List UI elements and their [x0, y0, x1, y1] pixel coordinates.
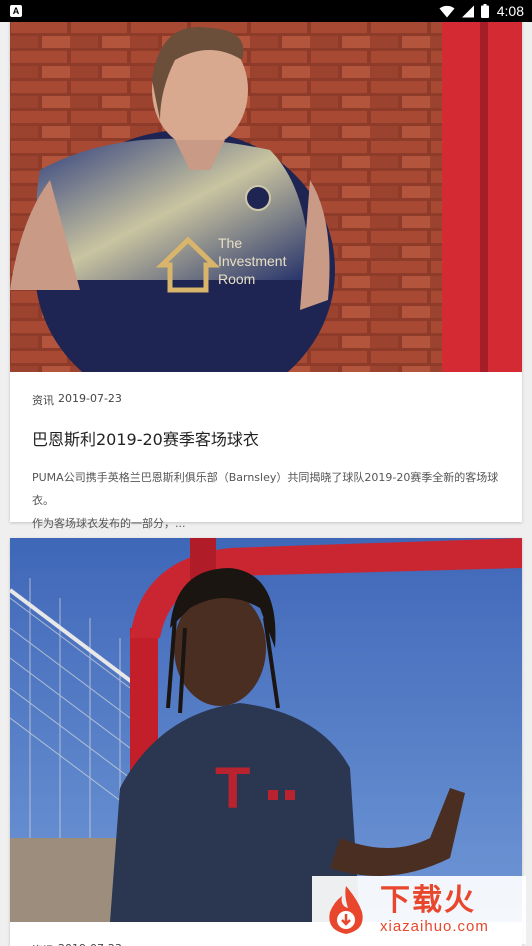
news-date: 2019-07-23: [58, 942, 122, 946]
news-meta: 资讯 2019-07-23: [32, 392, 500, 408]
svg-text:T: T: [215, 756, 250, 821]
news-category: 资讯: [32, 394, 54, 407]
battery-icon: [480, 4, 489, 18]
app-notification-icon: A: [10, 5, 22, 17]
wifi-icon: [439, 5, 455, 17]
news-date: 2019-07-23: [58, 392, 122, 405]
jersey-photo: The Investment Room: [10, 22, 522, 372]
sponsor-text-line3: Room: [218, 271, 255, 287]
news-excerpt-line: PUMA公司携手英格兰巴恩斯利俱乐部（Barnsley）共同揭晓了球队2019-…: [32, 471, 499, 507]
watermark-cn: 下载火: [380, 883, 476, 918]
news-card-image: The Investment Room: [10, 22, 522, 372]
news-title[interactable]: 巴恩斯利2019-20赛季客场球衣: [32, 426, 500, 450]
watermark-en: xiazaihuo.com: [380, 918, 489, 935]
sponsor-text-line1: The: [218, 235, 242, 251]
cell-signal-icon: [461, 5, 474, 17]
news-feed[interactable]: The Investment Room 资讯 2019-07-23 巴恩斯利20…: [0, 22, 532, 946]
sponsor-text-line2: Investment: [218, 253, 287, 269]
news-excerpt-line: 作为客场球衣发布的一部分，...: [32, 517, 186, 530]
clock: 4:08: [496, 3, 524, 19]
news-card-image: T: [10, 538, 522, 922]
news-category: 资讯: [32, 942, 54, 946]
news-excerpt: PUMA公司携手英格兰巴恩斯利俱乐部（Barnsley）共同揭晓了球队2019-…: [32, 466, 500, 535]
flame-logo-icon: [329, 886, 363, 934]
news-card[interactable]: The Investment Room 资讯 2019-07-23 巴恩斯利20…: [10, 22, 522, 530]
player-photo: T: [10, 538, 522, 922]
status-bar: A 4:08: [0, 0, 532, 22]
watermark: 下载火 xiazaihuo.com: [312, 876, 526, 944]
